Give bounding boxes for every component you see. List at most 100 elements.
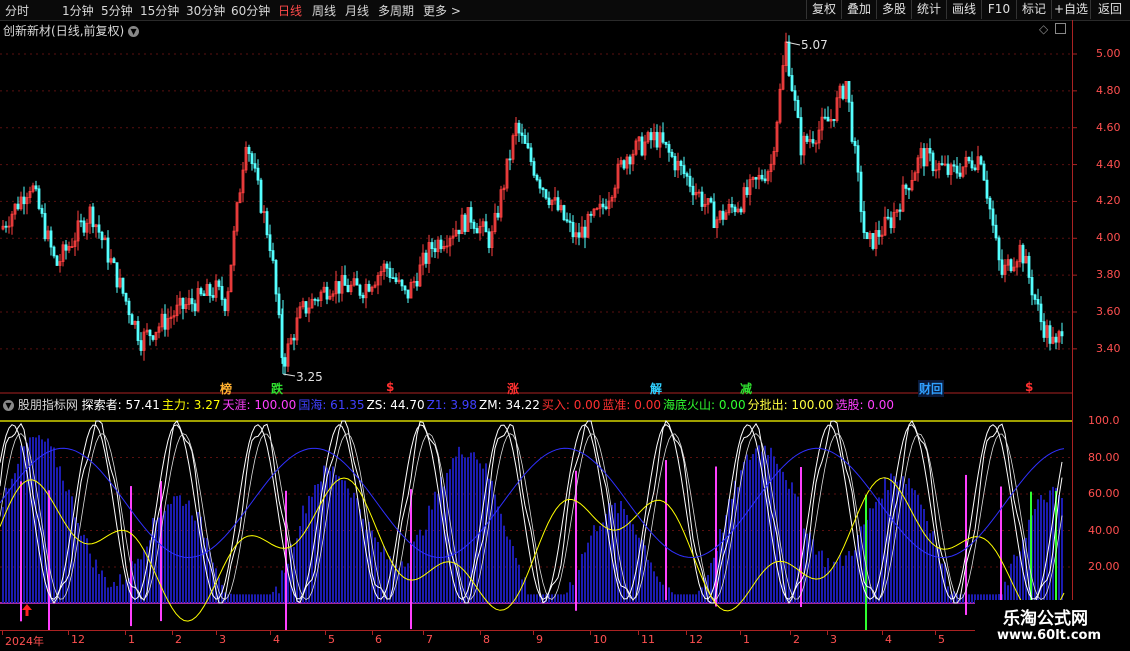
candle-body — [1027, 255, 1031, 278]
price-annotations — [282, 41, 801, 377]
candle-body — [430, 242, 434, 250]
event-tag[interactable]: 跌 — [270, 380, 284, 397]
date-tick — [325, 631, 326, 635]
event-tag[interactable]: 减 — [739, 380, 753, 397]
event-tag[interactable]: 财回 — [918, 380, 945, 397]
histogram-bar — [167, 504, 169, 603]
event-tag[interactable]: $ — [1024, 380, 1034, 394]
histogram-bar — [824, 567, 826, 603]
candle-body — [670, 151, 674, 157]
candle-body — [268, 234, 272, 252]
candle-body — [841, 85, 845, 99]
histogram-bar — [842, 565, 844, 603]
candle-body — [907, 187, 911, 191]
histogram-bar — [89, 553, 91, 603]
histogram-bar — [344, 480, 346, 603]
histogram-bar — [1010, 563, 1012, 603]
candle-body — [928, 148, 932, 154]
histogram-bar — [353, 492, 355, 603]
histogram-bar — [425, 529, 427, 603]
candle-body — [988, 197, 992, 210]
candle-body — [403, 285, 407, 291]
candle-body — [433, 248, 437, 253]
histogram-bar — [245, 594, 247, 603]
candle-body — [343, 275, 347, 286]
candle-body — [541, 187, 545, 191]
candle-body — [517, 122, 521, 134]
indicator-header: ▼ 股朋指标网 探索者: 57.41 主力: 3.27 天涯: 100.00 国海: … — [3, 396, 896, 413]
histogram-bar — [839, 555, 841, 603]
histogram-bar — [677, 594, 679, 603]
candle-body — [484, 221, 488, 233]
histogram-bar — [1058, 495, 1060, 603]
candle-body — [793, 90, 797, 101]
histogram-bar — [632, 524, 634, 603]
histogram-bar — [239, 594, 241, 603]
candle-body — [91, 206, 95, 228]
candle-body — [337, 281, 341, 294]
indicator-tick-label: 40.00 — [1088, 523, 1120, 537]
candle-body — [49, 230, 53, 248]
chevron-down-icon[interactable]: ▼ — [3, 400, 14, 411]
histogram-bar — [653, 571, 655, 603]
event-tag[interactable]: 涨 — [506, 380, 520, 397]
candle-body — [532, 161, 536, 176]
candle-body — [487, 231, 491, 248]
candle-body — [754, 177, 758, 180]
date-label: 2 — [175, 633, 182, 646]
indicator-name[interactable]: 股朋指标网 — [18, 398, 78, 412]
histogram-bar — [80, 535, 82, 603]
candle-body — [997, 237, 1001, 261]
candle-body — [889, 217, 893, 229]
candle-body — [163, 313, 167, 330]
histogram-bar — [752, 454, 754, 603]
histogram-bar — [512, 546, 514, 603]
histogram-bar — [365, 529, 367, 603]
histogram-bar — [119, 574, 121, 603]
candle-body — [217, 280, 221, 287]
event-tag[interactable]: 榜 — [219, 380, 233, 397]
candle-body — [571, 222, 575, 238]
candle-body — [544, 189, 548, 199]
candle-body — [208, 284, 212, 296]
date-label: 2024年 — [5, 635, 44, 648]
histogram-bar — [179, 495, 181, 603]
histogram-bar — [275, 586, 277, 603]
histogram-bar — [923, 509, 925, 603]
histogram-bar — [560, 594, 562, 603]
candle-body — [34, 185, 38, 190]
candle-body — [469, 207, 473, 223]
histogram-bar — [401, 561, 403, 603]
high-price-label: 5.07 — [801, 38, 828, 52]
date-label: 12 — [71, 633, 85, 646]
histogram-bar — [878, 497, 880, 603]
histogram-bar — [341, 480, 343, 603]
histogram-bar — [911, 488, 913, 603]
event-tag[interactable]: 解 — [649, 380, 663, 397]
indicator-value: 蓝准: 0.00 — [602, 398, 661, 412]
histogram-bar — [929, 533, 931, 603]
histogram-bar — [191, 515, 193, 603]
histogram-bar — [662, 584, 664, 603]
date-tick — [172, 631, 173, 635]
histogram-bar — [437, 493, 439, 603]
histogram-bar — [113, 581, 115, 603]
price-tick-label: 3.80 — [1096, 268, 1121, 282]
candle-body — [259, 179, 263, 213]
event-tag[interactable]: $ — [385, 380, 395, 394]
histogram-bar — [233, 594, 235, 603]
candle-body — [181, 297, 185, 309]
histogram-bar — [266, 594, 268, 603]
histogram-bar — [242, 594, 244, 603]
histogram-bar — [413, 541, 415, 603]
candle-body — [193, 303, 197, 312]
histogram-bar — [5, 487, 7, 603]
candle-body — [64, 244, 68, 251]
candle-body — [568, 220, 572, 223]
candle-body — [847, 81, 851, 103]
candle-body — [190, 298, 194, 305]
candle-body — [799, 117, 803, 156]
date-tick — [480, 631, 481, 635]
indicator-histogram — [2, 435, 1063, 635]
histogram-bar — [494, 494, 496, 603]
